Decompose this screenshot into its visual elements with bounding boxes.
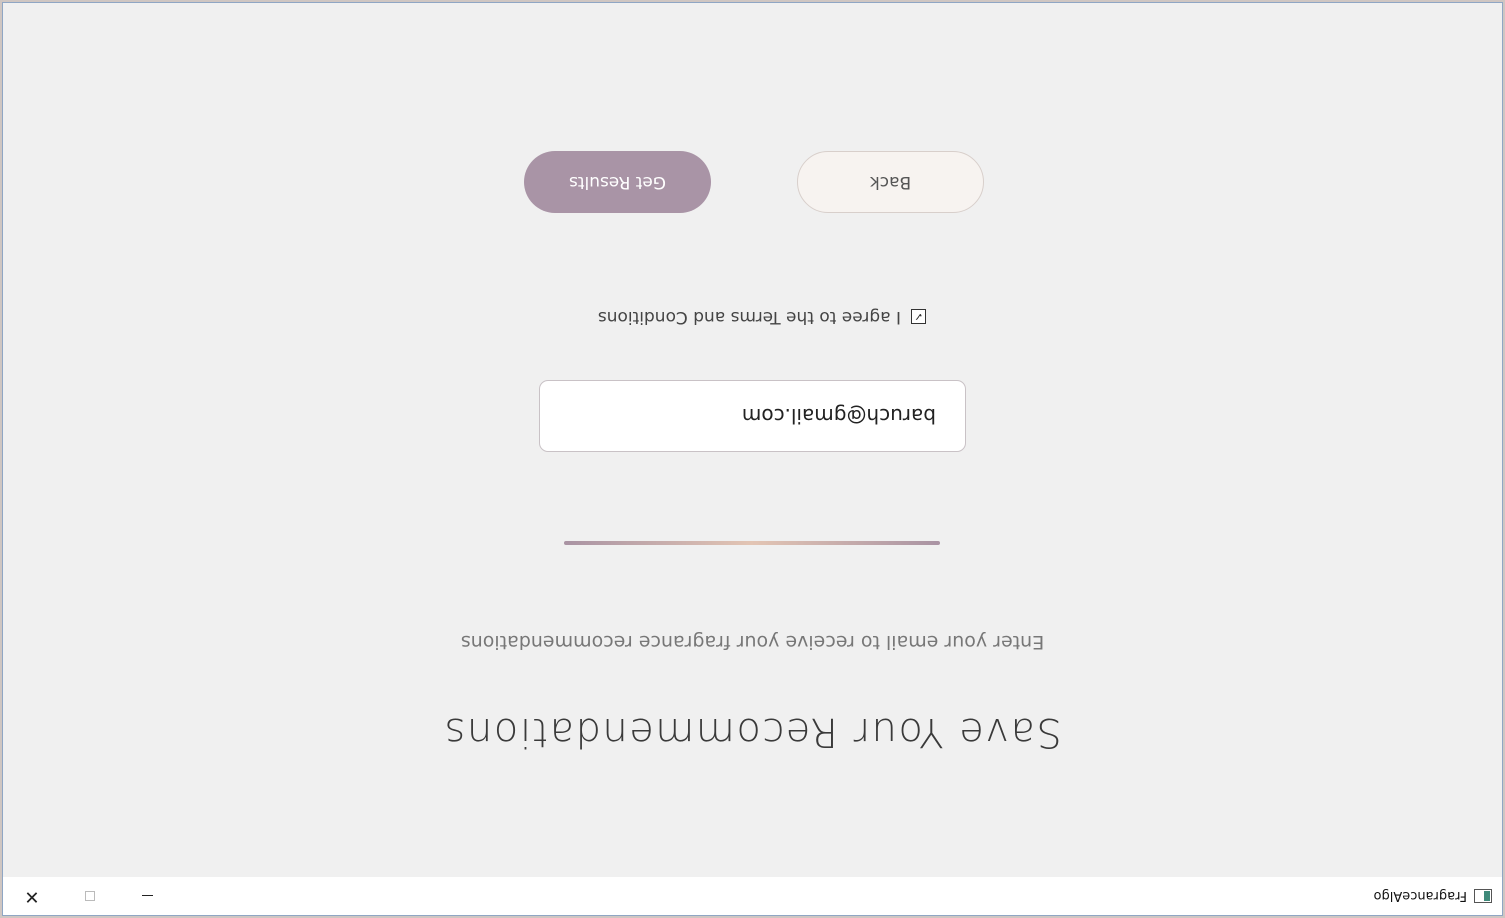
window-title: FragranceAlgo (1373, 888, 1467, 904)
title-bar[interactable]: FragranceAlgo ✕ (3, 877, 1502, 915)
checkmark-icon: ✓ (913, 310, 924, 324)
minimize-icon (142, 895, 154, 897)
gradient-divider (564, 541, 940, 545)
maximize-button[interactable] (61, 877, 119, 915)
window-controls: ✕ (3, 877, 177, 915)
app-window: FragranceAlgo ✕ Save Your Recommendation… (2, 2, 1503, 916)
terms-checkbox[interactable]: ✓ (911, 309, 926, 325)
terms-row[interactable]: ✓ I agree to the Terms and Conditions (598, 307, 926, 327)
email-field-value: baruch@gmail.com (741, 404, 936, 428)
terms-label: I agree to the Terms and Conditions (597, 307, 901, 327)
title-bar-left: FragranceAlgo (1373, 889, 1502, 904)
close-button[interactable]: ✕ (3, 877, 61, 915)
page-title: Save Your Recommendations (443, 709, 1062, 755)
maximize-icon (85, 891, 95, 901)
back-button[interactable]: Back (797, 151, 984, 213)
page-subtitle: Enter your email to receive your fragran… (460, 631, 1045, 653)
minimize-button[interactable] (119, 877, 177, 915)
close-icon: ✕ (24, 886, 40, 907)
get-results-button[interactable]: Get Results (524, 151, 711, 213)
email-field[interactable]: baruch@gmail.com (539, 380, 966, 452)
app-icon (1474, 889, 1492, 903)
